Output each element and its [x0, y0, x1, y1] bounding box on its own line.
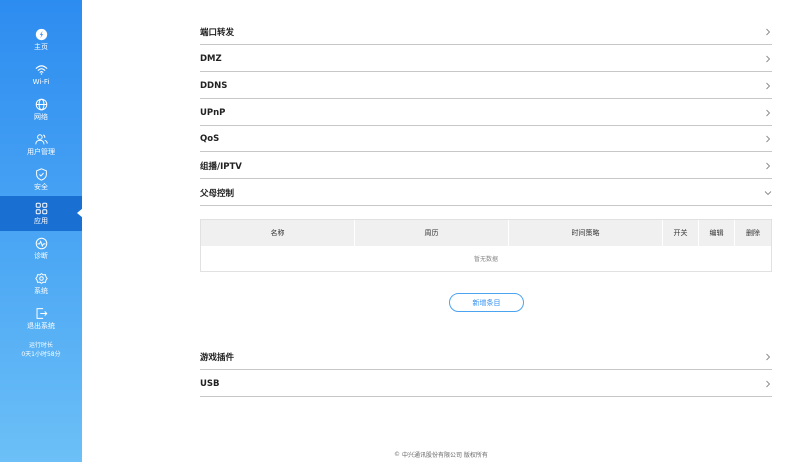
section-multicast-iptv[interactable]: 组播/IPTV — [200, 153, 772, 179]
section-usb[interactable]: USB — [200, 371, 772, 397]
sidebar-item-wifi[interactable]: Wi-Fi — [0, 57, 82, 92]
section-title: 组播/IPTV — [200, 161, 242, 172]
gear-icon — [34, 273, 48, 284]
sidebar-item-label: Wi-Fi — [32, 78, 50, 86]
globe-icon — [35, 98, 47, 111]
section-dmz[interactable]: DMZ — [200, 46, 772, 72]
chevron-right-icon — [766, 28, 771, 35]
section-title: 父母控制 — [200, 188, 235, 199]
copyright-footer: © 中兴通讯股份有限公司 版权所有 — [394, 450, 488, 459]
sidebar-item-label: 系统 — [34, 287, 48, 295]
active-indicator — [77, 208, 83, 218]
sidebar-item-label: 诊断 — [34, 252, 48, 260]
column-header-delete: 删除 — [746, 229, 760, 237]
section-title: USB — [200, 378, 220, 389]
parental-control-table: 名称 周历 时间策略 开关 编辑 删除 暂无数据 — [200, 219, 772, 272]
chevron-right-icon — [766, 380, 771, 387]
sidebar-nav: 主页 Wi-Fi 网络 用户管理 安全 应用 诊断 系统 退出系统 运行时长 0… — [0, 0, 82, 462]
chevron-right-icon — [766, 55, 771, 62]
users-icon — [34, 134, 48, 145]
copyright-symbol: © — [394, 451, 400, 458]
column-header-name: 名称 — [201, 220, 355, 246]
sidebar-item-apps[interactable]: 应用 — [0, 196, 82, 231]
section-qos[interactable]: QoS — [200, 126, 772, 152]
sidebar-item-security[interactable]: 安全 — [0, 162, 82, 197]
column-header-calendar: 周历 — [355, 220, 509, 246]
section-title: 游戏插件 — [200, 352, 235, 363]
sidebar-item-label: 网络 — [34, 113, 48, 121]
sidebar-item-label: 安全 — [34, 183, 48, 191]
section-title: 端口转发 — [200, 27, 235, 38]
column-header-switch: 开关 — [663, 220, 699, 246]
runtime-info: 运行时长 0天1小时58分 — [0, 341, 82, 359]
copyright-text: 中兴通讯股份有限公司 版权所有 — [402, 452, 488, 459]
section-port-forwarding[interactable]: 端口转发 — [200, 19, 772, 45]
sidebar-item-label: 主页 — [34, 43, 48, 51]
table-header: 名称 周历 时间策略 开关 编辑 删除 — [201, 220, 771, 246]
sidebar-item-network[interactable]: 网络 — [0, 92, 82, 127]
section-game-plugin[interactable]: 游戏插件 — [200, 344, 772, 370]
home-icon — [35, 28, 47, 41]
section-parental-control[interactable]: 父母控制 — [200, 180, 772, 206]
section-title: DDNS — [200, 80, 228, 91]
sidebar-item-diagnostics[interactable]: 诊断 — [0, 231, 82, 266]
section-title: QoS — [200, 133, 220, 144]
column-header-edit: 编辑 — [699, 220, 735, 246]
sidebar-item-label: 应用 — [34, 217, 48, 225]
logout-icon — [36, 308, 47, 319]
section-upnp[interactable]: UPnP — [200, 100, 772, 126]
chevron-right-icon — [766, 82, 771, 89]
runtime-value: 0天1小时58分 — [21, 351, 61, 358]
apps-grid-icon — [35, 202, 47, 215]
diagnostic-icon — [35, 237, 47, 250]
chevron-down-icon — [764, 190, 772, 195]
add-entry-button[interactable]: 新增条目 — [449, 293, 524, 312]
sidebar-item-label: 用户管理 — [27, 148, 55, 156]
chevron-right-icon — [766, 135, 771, 142]
column-header-time-policy: 时间策略 — [509, 220, 663, 246]
runtime-label: 运行时长 — [28, 342, 53, 349]
section-ddns[interactable]: DDNS — [200, 73, 772, 99]
section-title: UPnP — [200, 107, 226, 118]
wifi-icon — [35, 65, 47, 75]
chevron-right-icon — [766, 353, 771, 360]
sidebar-item-logout[interactable]: 退出系统 — [0, 301, 82, 336]
table-empty-message: 暂无数据 — [201, 246, 771, 271]
chevron-right-icon — [766, 109, 771, 116]
sidebar-item-users[interactable]: 用户管理 — [0, 127, 82, 162]
sidebar-item-label: 退出系统 — [27, 322, 55, 330]
shield-icon — [35, 168, 47, 181]
section-title: DMZ — [200, 53, 222, 64]
sidebar-item-system[interactable]: 系统 — [0, 266, 82, 301]
chevron-right-icon — [766, 162, 771, 169]
sidebar-item-home[interactable]: 主页 — [0, 22, 82, 57]
